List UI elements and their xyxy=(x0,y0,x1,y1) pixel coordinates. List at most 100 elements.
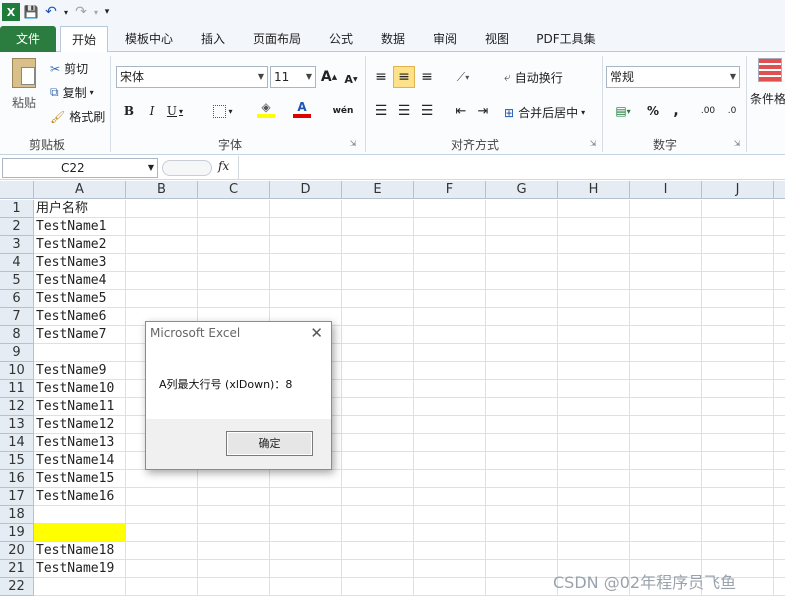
cell[interactable] xyxy=(630,344,702,362)
cell[interactable] xyxy=(486,542,558,560)
cell[interactable] xyxy=(774,542,785,560)
increase-indent-button[interactable]: ⇥ xyxy=(472,100,494,122)
undo-dropdown-icon[interactable]: ▾ xyxy=(62,3,70,21)
align-right-button[interactable]: ☰ xyxy=(416,100,438,122)
cell[interactable] xyxy=(126,524,198,542)
cell[interactable] xyxy=(198,524,270,542)
cell[interactable] xyxy=(270,578,342,596)
align-middle-button[interactable]: ≡ xyxy=(393,66,415,88)
cell[interactable] xyxy=(558,488,630,506)
cell[interactable] xyxy=(342,326,414,344)
cell[interactable] xyxy=(126,470,198,488)
cell[interactable] xyxy=(558,470,630,488)
tab-view[interactable]: 视图 xyxy=(476,26,518,52)
cell[interactable] xyxy=(630,380,702,398)
row-header[interactable]: 6 xyxy=(0,290,34,308)
cell[interactable] xyxy=(486,506,558,524)
cell[interactable] xyxy=(558,344,630,362)
cell[interactable] xyxy=(270,200,342,218)
cell[interactable] xyxy=(342,380,414,398)
cell-a[interactable]: TestName15 xyxy=(34,470,126,488)
cell[interactable] xyxy=(198,578,270,596)
cell[interactable] xyxy=(414,326,486,344)
cell[interactable] xyxy=(126,506,198,524)
cell[interactable] xyxy=(414,578,486,596)
cell[interactable] xyxy=(702,434,774,452)
cell[interactable] xyxy=(486,218,558,236)
cell[interactable] xyxy=(630,416,702,434)
cell-a[interactable] xyxy=(34,506,126,524)
underline-button[interactable]: U ▾ xyxy=(164,100,186,122)
cell[interactable] xyxy=(414,524,486,542)
cell-a[interactable]: TestName11 xyxy=(34,398,126,416)
cell[interactable] xyxy=(414,344,486,362)
cell[interactable] xyxy=(198,560,270,578)
cell[interactable] xyxy=(774,398,785,416)
cell[interactable] xyxy=(774,524,785,542)
row-header[interactable]: 22 xyxy=(0,578,34,596)
cell[interactable] xyxy=(558,380,630,398)
cell[interactable] xyxy=(342,416,414,434)
cell-a[interactable]: TestName10 xyxy=(34,380,126,398)
cell[interactable] xyxy=(198,290,270,308)
cell[interactable] xyxy=(702,254,774,272)
align-center-button[interactable]: ☰ xyxy=(393,100,415,122)
tab-formulas[interactable]: 公式 xyxy=(320,26,362,52)
cell[interactable] xyxy=(558,236,630,254)
conditional-formatting-button[interactable]: 条件格 xyxy=(750,58,785,107)
cell[interactable] xyxy=(198,488,270,506)
column-header-g[interactable]: G xyxy=(486,181,558,199)
cell[interactable] xyxy=(702,218,774,236)
cell[interactable] xyxy=(486,200,558,218)
cell[interactable] xyxy=(126,272,198,290)
cell[interactable] xyxy=(630,218,702,236)
cell[interactable] xyxy=(270,236,342,254)
cell[interactable] xyxy=(774,272,785,290)
cell[interactable] xyxy=(558,326,630,344)
ok-button[interactable]: 确定 xyxy=(226,431,313,456)
cell[interactable] xyxy=(126,578,198,596)
font-color-button[interactable]: A xyxy=(286,98,318,120)
cell[interactable] xyxy=(774,578,785,596)
column-header-a[interactable]: A xyxy=(34,181,126,199)
phonetic-button[interactable]: wén xyxy=(328,100,358,122)
cell[interactable] xyxy=(414,272,486,290)
cell[interactable] xyxy=(558,542,630,560)
cell[interactable] xyxy=(774,434,785,452)
merge-center-button[interactable]: ⊞ 合并后居中 ▾ xyxy=(504,104,585,121)
cell[interactable] xyxy=(414,488,486,506)
cell[interactable] xyxy=(486,488,558,506)
decrease-decimal-button[interactable]: .0 xyxy=(720,100,744,122)
cell[interactable] xyxy=(774,290,785,308)
cell[interactable] xyxy=(558,452,630,470)
undo-icon[interactable]: ↶ xyxy=(42,3,60,21)
format-painter-button[interactable]: 🖌 格式刷 xyxy=(50,108,105,125)
cell[interactable] xyxy=(558,398,630,416)
cell[interactable] xyxy=(630,290,702,308)
cell[interactable] xyxy=(702,290,774,308)
cell[interactable] xyxy=(342,308,414,326)
cell[interactable] xyxy=(126,236,198,254)
cell[interactable] xyxy=(774,236,785,254)
row-header[interactable]: 10 xyxy=(0,362,34,380)
fill-color-button[interactable]: ◈ xyxy=(250,98,282,120)
cell[interactable] xyxy=(630,326,702,344)
cut-button[interactable]: ✂ 剪切 xyxy=(50,60,88,77)
row-header[interactable]: 1 xyxy=(0,200,34,218)
cell[interactable] xyxy=(558,524,630,542)
align-top-button[interactable]: ≡ xyxy=(370,66,392,88)
cell[interactable] xyxy=(126,254,198,272)
cell[interactable] xyxy=(414,560,486,578)
column-header-e[interactable]: E xyxy=(342,181,414,199)
cell[interactable] xyxy=(558,434,630,452)
cell[interactable] xyxy=(270,272,342,290)
dialog-launcher-icon[interactable]: ⇲ xyxy=(586,136,600,150)
cell[interactable] xyxy=(270,488,342,506)
cell-a[interactable]: TestName2 xyxy=(34,236,126,254)
cell-a[interactable]: TestName18 xyxy=(34,542,126,560)
cell-a[interactable]: TestName12 xyxy=(34,416,126,434)
cell[interactable] xyxy=(126,542,198,560)
number-format-select[interactable]: 常规 ▼ xyxy=(606,66,740,88)
cell[interactable] xyxy=(774,326,785,344)
cell[interactable] xyxy=(702,506,774,524)
